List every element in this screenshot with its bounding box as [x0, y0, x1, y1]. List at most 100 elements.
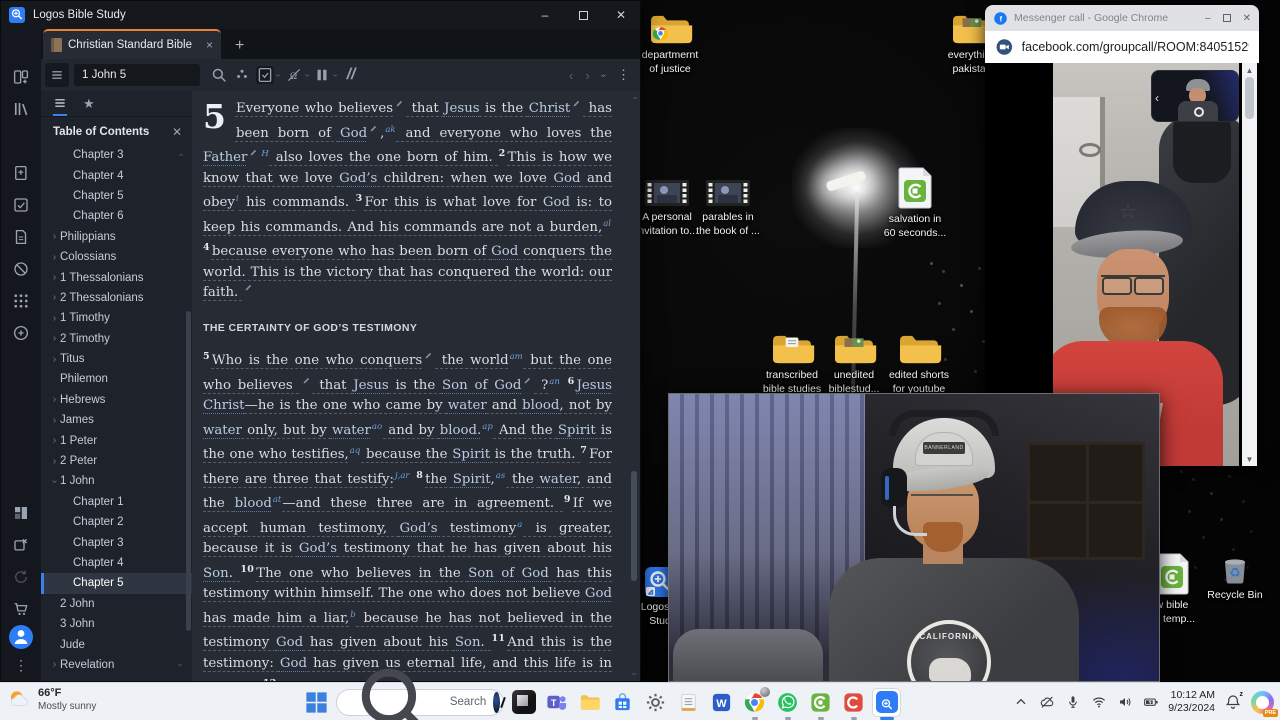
toc-item-1-timothy[interactable]: › 1 Timothy — [41, 308, 192, 328]
scroll-up-icon[interactable]: ▲ — [1246, 63, 1254, 77]
scroll-down-icon[interactable]: › — [630, 673, 640, 676]
pronunciation-pen-icon[interactable] — [395, 99, 404, 108]
cloud-off-icon[interactable] — [1038, 694, 1055, 711]
apps-grid-icon[interactable] — [11, 291, 31, 311]
maximize-button[interactable] — [564, 1, 602, 29]
scrollbar-thumb[interactable] — [1245, 77, 1254, 119]
toc-item-1-john[interactable]: › 1 John — [41, 471, 192, 491]
pronunciation-pen-icon[interactable] — [572, 99, 581, 108]
main-scrollbar-thumb[interactable] — [631, 471, 637, 581]
toc-item-3-john[interactable]: 3 John — [41, 614, 192, 634]
toc-item-1-thessalonians[interactable]: › 1 Thessalonians — [41, 267, 192, 287]
toc-item-chapter-4[interactable]: Chapter 4 — [41, 553, 192, 573]
desktop-icon-salvation-in[interactable]: salvation in 60 seconds... — [871, 166, 959, 241]
messenger-titlebar[interactable]: f Messenger call - Google Chrome – ✕ — [985, 5, 1259, 31]
toc-item-revelation[interactable]: › Revelation › — [41, 655, 192, 675]
footnote-marker[interactable]: H — [260, 149, 269, 159]
taskbar-app-notepad[interactable] — [675, 689, 702, 716]
toc-item-2-john[interactable]: 2 John — [41, 594, 192, 614]
library-icon[interactable] — [11, 99, 31, 119]
search-icon[interactable] — [11, 131, 31, 151]
footnote-marker[interactable]: am — [509, 352, 524, 362]
battery-icon[interactable] — [1142, 694, 1159, 711]
taskbar-app-store[interactable] — [609, 689, 636, 716]
panel-kebab-menu[interactable]: ⋮ — [617, 67, 630, 83]
chevron-down-icon[interactable]: › — [303, 74, 312, 77]
taskbar-app-chrome[interactable] — [741, 686, 770, 720]
chevron-right-icon[interactable]: › — [49, 231, 60, 242]
chevron-right-icon[interactable]: › — [49, 659, 60, 670]
chevron-right-icon[interactable]: › — [49, 456, 60, 467]
interlinear-button[interactable]: Ω — [285, 66, 303, 84]
self-view-thumbnail[interactable]: ‹ — [1151, 70, 1239, 122]
chevron-up-icon[interactable] — [1012, 694, 1029, 711]
close-panels-icon[interactable] — [11, 535, 31, 555]
toc-scrollbar[interactable] — [186, 311, 191, 631]
start-button[interactable] — [303, 689, 330, 716]
toc-item-2-peter[interactable]: › 2 Peter — [41, 451, 192, 471]
cart-icon[interactable] — [11, 599, 31, 619]
taskbar-app-logos[interactable] — [873, 688, 900, 720]
toc-item-colossians[interactable]: › Colossians — [41, 247, 192, 267]
footnote-marker[interactable]: aq — [349, 446, 362, 456]
chevron-down-icon[interactable]: › — [331, 74, 340, 77]
close-button[interactable]: ✕ — [602, 1, 640, 29]
messenger-url-bar[interactable]: facebook.com/groupcall/ROOM:84051529... — [985, 31, 1259, 63]
notification-bell-button[interactable]: z — [1224, 691, 1243, 711]
columns-button[interactable] — [313, 66, 331, 84]
pronunciation-pen-icon[interactable] — [369, 124, 378, 133]
sync-icon[interactable] — [11, 567, 31, 587]
chevron-right-icon[interactable]: › — [49, 333, 60, 344]
chevron-right-icon[interactable]: › — [49, 313, 60, 324]
scroll-up-icon[interactable]: › — [630, 97, 640, 100]
panel-menu-button[interactable] — [45, 63, 69, 87]
taskbar-app-camtasia-rec[interactable] — [840, 689, 867, 720]
chevron-right-icon[interactable]: › — [49, 415, 60, 426]
toc-item-2-timothy[interactable]: › 2 Timothy — [41, 329, 192, 349]
footnote-marker[interactable]: b — [349, 610, 356, 620]
minimize-button[interactable]: – — [1205, 13, 1211, 24]
add-circle-icon[interactable] — [11, 323, 31, 343]
toc-item-jude[interactable]: Jude — [41, 634, 192, 654]
chevron-down-icon[interactable]: › — [49, 476, 60, 487]
logos-titlebar[interactable]: Logos Bible Study – ✕ — [1, 1, 640, 29]
footnote-marker[interactable]: ak — [384, 125, 396, 135]
reference-input[interactable]: 1 John 5 — [74, 64, 200, 86]
workflow-icon[interactable] — [11, 195, 31, 215]
toc-item-philippians[interactable]: › Philippians — [41, 227, 192, 247]
taskbar-search[interactable]: Search — [336, 668, 504, 720]
chevron-right-icon[interactable]: › — [49, 394, 60, 405]
chevron-right-icon[interactable]: › — [49, 435, 60, 446]
footnote-marker[interactable]: as — [495, 471, 506, 481]
taskbar-app-darkapp[interactable] — [510, 689, 537, 716]
pronunciation-pen-icon[interactable] — [244, 283, 253, 292]
collapse-thumbnail-chevron[interactable]: ‹ — [1155, 91, 1159, 105]
toc-item-philemon[interactable]: Philemon — [41, 369, 192, 389]
toc-close-icon[interactable]: ✕ — [172, 125, 182, 139]
taskbar-app-word[interactable]: W — [708, 689, 735, 716]
layout-quad-icon[interactable] — [11, 503, 31, 523]
copilot-button[interactable]: PRE — [1251, 690, 1278, 717]
toc-item-1-peter[interactable]: › 1 Peter — [41, 430, 192, 450]
tab-christian-standard-bible[interactable]: Christian Standard Bible × — [43, 29, 221, 59]
volume-icon[interactable] — [1116, 694, 1133, 711]
taskbar-app-whatsapp[interactable] — [774, 689, 801, 720]
forward-button[interactable]: › — [585, 68, 589, 83]
toc-item-hebrews[interactable]: › Hebrews — [41, 390, 192, 410]
toc-item-chapter-2[interactable]: Chapter 2 — [41, 512, 192, 532]
taskbar-app-camtasia[interactable] — [807, 689, 834, 720]
desktop-icon-parables-in[interactable]: parables in the book of ... — [684, 178, 772, 239]
chevron-down-icon[interactable]: › — [274, 74, 283, 77]
toc-item-chapter-3[interactable]: Chapter 3 — [41, 532, 192, 552]
bible-icon[interactable] — [11, 163, 31, 183]
desktop-icon-recycle-bin[interactable]: ♻ Recycle Bin — [1191, 552, 1279, 603]
guides-icon[interactable] — [11, 259, 31, 279]
taskbar-app-explorer[interactable] — [576, 689, 603, 716]
toc-item-james[interactable]: › James — [41, 410, 192, 430]
taskbar-app-settings[interactable] — [642, 689, 669, 716]
account-avatar[interactable] — [9, 625, 33, 649]
toc-item-chapter-1[interactable]: Chapter 1 — [41, 492, 192, 512]
weather-widget[interactable]: 66°F Mostly sunny — [6, 687, 96, 713]
back-button[interactable]: ‹ — [569, 68, 573, 83]
footnote-marker[interactable]: an — [548, 377, 561, 387]
